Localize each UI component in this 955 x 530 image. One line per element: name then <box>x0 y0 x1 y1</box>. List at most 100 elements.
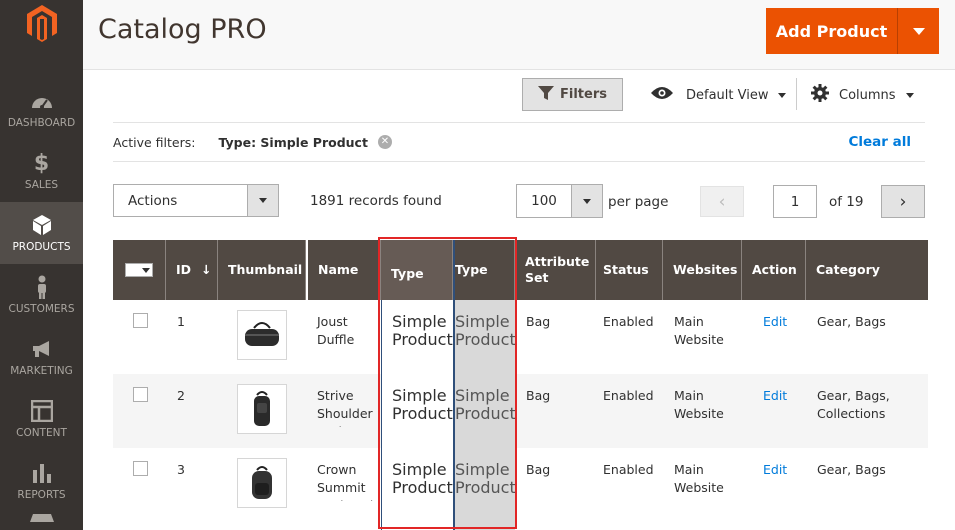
column-header-action[interactable]: Action <box>742 240 806 300</box>
sidebar-item-label: PRODUCTS <box>12 241 71 253</box>
sidebar-item-marketing[interactable]: MARKETING <box>0 326 83 388</box>
sidebar-item-stores[interactable] <box>0 512 83 530</box>
cell-id: 1 <box>177 314 185 329</box>
sidebar-item-label: REPORTS <box>17 489 66 501</box>
cell-status: Enabled <box>603 314 654 329</box>
funnel-icon <box>538 85 554 104</box>
duffle-bag-icon <box>245 322 279 346</box>
caret-down-icon <box>905 92 914 98</box>
cell-attribute-set: Bag <box>526 314 551 329</box>
box-icon <box>32 213 52 237</box>
dollar-icon: $ <box>33 150 50 176</box>
per-page-select[interactable]: 100 <box>516 184 603 218</box>
edit-link[interactable]: Edit <box>753 461 787 479</box>
active-filter-value: Type: Simple Product <box>218 134 368 150</box>
column-header-label: Thumbnail <box>228 261 303 277</box>
column-header-id[interactable]: ID ↓ <box>166 240 218 300</box>
cell-name: Joust Duffle Bag <box>317 314 355 353</box>
column-header-label: Category <box>816 261 880 277</box>
records-found: 1891 records found <box>310 193 442 209</box>
column-header-type-dragging[interactable]: Type <box>381 240 453 300</box>
clear-all-link[interactable]: Clear all <box>848 134 911 150</box>
sidebar-item-content[interactable]: CONTENT <box>0 388 83 450</box>
cell-attribute-set: Bag <box>526 462 551 477</box>
caret-down-icon <box>583 198 591 204</box>
actions-label: Actions <box>128 192 178 209</box>
previous-page-button[interactable]: ‹ <box>700 186 744 217</box>
layout-icon <box>30 399 53 423</box>
cell-status: Enabled <box>603 388 654 403</box>
column-header-label: Action <box>752 261 797 277</box>
mass-actions-select[interactable]: Actions <box>113 184 279 217</box>
cell-status: Enabled <box>603 462 654 477</box>
sidebar-item-products[interactable]: PRODUCTS <box>0 202 83 264</box>
caret-down-icon <box>778 92 787 98</box>
row-checkbox[interactable] <box>133 461 148 476</box>
sidebar-item-sales[interactable]: $ SALES <box>0 140 83 202</box>
column-header-label: Type <box>455 261 488 277</box>
columns-selector[interactable]: Columns <box>811 84 914 106</box>
grid-header-row: ID ↓ Thumbnail Name Type Type Attribute … <box>113 240 928 300</box>
cell-name: Crown Summit Backpack <box>317 462 377 501</box>
edit-link[interactable]: Edit <box>753 387 787 405</box>
select-all-header[interactable] <box>113 240 166 300</box>
cell-type-dragging: Simple Product <box>392 386 453 423</box>
select-all-checkbox[interactable] <box>125 263 153 277</box>
column-header-label: ID <box>176 261 192 277</box>
cell-category: Gear, Bags <box>817 462 886 477</box>
product-thumbnail <box>237 310 287 360</box>
column-header-attribute-set[interactable]: Attribute Set <box>515 240 596 300</box>
cell-id: 2 <box>177 388 185 403</box>
caret-down-icon <box>259 198 267 203</box>
active-filters-label: Active filters: <box>113 134 196 150</box>
cell-type: Simple Product <box>455 312 516 349</box>
sidebar-item-label: CONTENT <box>16 427 67 439</box>
page-header: Catalog PRO Add Product <box>83 0 955 70</box>
per-page-dropdown-toggle[interactable] <box>571 185 602 217</box>
cell-type: Simple Product <box>455 386 516 423</box>
sidebar-item-dashboard[interactable]: DASHBOARD <box>0 78 83 140</box>
dragging-type-column[interactable]: Simple Product Simple Product Simple Pro… <box>381 300 453 530</box>
remove-filter-icon[interactable]: ✕ <box>377 135 392 149</box>
sidebar-item-customers[interactable]: CUSTOMERS <box>0 264 83 326</box>
current-page-input[interactable] <box>773 185 817 218</box>
next-page-button[interactable]: › <box>881 185 925 218</box>
column-header-status[interactable]: Status <box>593 240 663 300</box>
cell-attribute-set: Bag <box>526 388 551 403</box>
sidebar-item-reports[interactable]: REPORTS <box>0 450 83 512</box>
cell-type: Simple Product <box>455 460 516 497</box>
product-thumbnail <box>237 384 287 434</box>
edit-link[interactable]: Edit <box>753 313 787 331</box>
column-header-label: Status <box>603 261 649 277</box>
column-header-type[interactable]: Type <box>453 240 515 300</box>
magento-logo[interactable] <box>0 0 83 68</box>
cell-websites: Main Website <box>674 462 724 495</box>
row-checkbox[interactable] <box>133 313 148 328</box>
chevron-left-icon: ‹ <box>718 191 726 212</box>
cell-category: Gear, Bags, Collections <box>817 388 890 421</box>
sidebar-item-label: CUSTOMERS <box>8 303 75 315</box>
view-selector[interactable]: Default View <box>650 84 787 106</box>
column-header-thumbnail[interactable]: Thumbnail <box>218 240 306 300</box>
backpack-icon <box>252 466 272 499</box>
sidebar-item-label: MARKETING <box>10 365 73 377</box>
cell-id: 3 <box>177 462 185 477</box>
add-product-button[interactable]: Add Product <box>766 8 898 54</box>
filters-button[interactable]: Filters <box>522 78 623 111</box>
caret-down-icon <box>912 27 925 35</box>
cell-websites: Main Website <box>674 314 724 347</box>
add-product-dropdown-toggle[interactable] <box>898 8 939 54</box>
megaphone-icon <box>30 337 54 361</box>
column-header-label: Attribute Set <box>525 253 590 285</box>
shoulder-pack-icon <box>254 391 270 426</box>
column-header-category[interactable]: Category <box>806 240 928 300</box>
total-pages-label: of 19 <box>829 194 864 210</box>
column-header-websites[interactable]: Websites <box>663 240 742 300</box>
type-column-placeholder: Simple Product Simple Product Simple Pro… <box>453 300 516 530</box>
actions-dropdown-toggle[interactable] <box>247 185 278 216</box>
column-header-name[interactable]: Name <box>306 240 381 300</box>
column-header-label: Name <box>318 261 359 277</box>
row-checkbox[interactable] <box>133 387 148 402</box>
bar-chart-icon <box>31 461 53 485</box>
product-thumbnail <box>237 458 287 508</box>
